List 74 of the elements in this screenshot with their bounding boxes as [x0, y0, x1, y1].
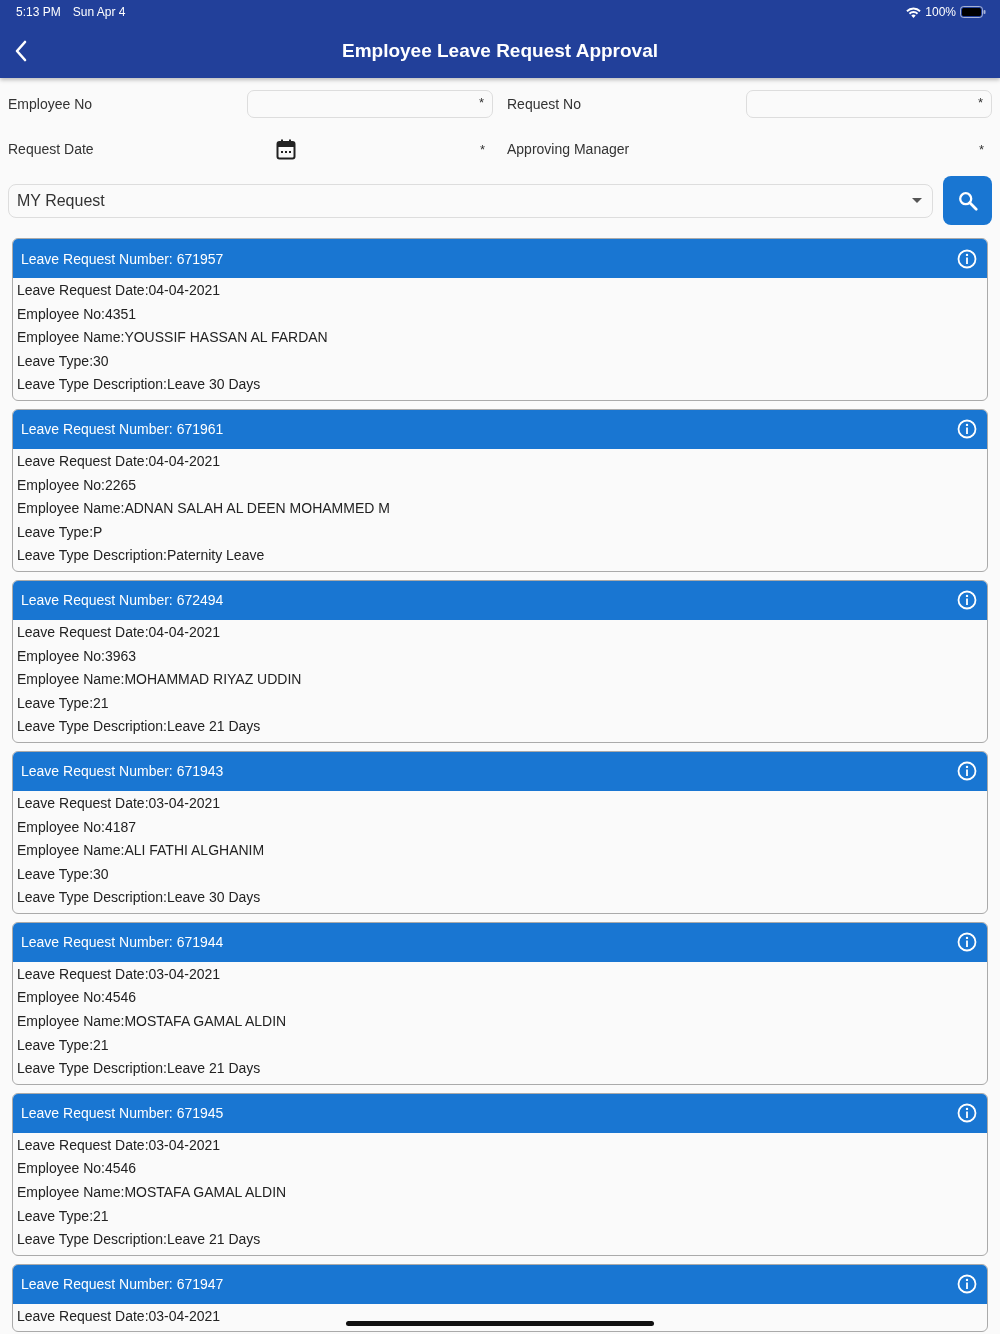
request-dropdown[interactable]: MY Request [8, 183, 933, 218]
required-mark: * [478, 95, 484, 110]
required-mark: * [479, 141, 485, 157]
info-icon [957, 1274, 977, 1295]
request-detail: Employee No:2265 [17, 475, 137, 495]
status-date: Sun Apr 4 [72, 5, 126, 19]
battery-icon [960, 6, 986, 18]
request-detail: Employee No:4187 [17, 817, 137, 837]
info-icon [957, 419, 977, 440]
request-detail: Leave Type Description:Paternity Leave [17, 546, 265, 566]
request-detail: Employee Name:ADNAN SALAH AL DEEN MOHAMMED M [17, 499, 390, 519]
request-detail: Leave Request Date:03-04-2021 [17, 1306, 221, 1326]
request-detail: Employee No:4546 [17, 988, 137, 1008]
request-detail: Employee Name:ALI FATHI ALGHANIM [17, 841, 265, 861]
info-icon [957, 932, 977, 953]
field-label: Employee No [8, 96, 94, 112]
input-field[interactable]: * [247, 90, 493, 118]
field-label: Request No [507, 96, 582, 112]
request-number: Leave Request Number: 671945 [21, 1105, 224, 1122]
back-icon [14, 40, 28, 62]
request-detail: Leave Type:21 [17, 1035, 109, 1055]
info-button[interactable] [957, 419, 977, 440]
request-detail: Employee No:3963 [17, 646, 137, 666]
request-number: Leave Request Number: 671943 [21, 763, 224, 780]
info-button[interactable] [957, 1274, 977, 1295]
request-detail: Leave Type:P [17, 522, 103, 542]
request-number: Leave Request Number: 672494 [21, 592, 224, 609]
required-mark: * [977, 95, 983, 110]
request-detail: Employee Name:YOUSSIF HASSAN AL FARDAN [17, 328, 328, 348]
request-detail: Leave Type:21 [17, 1206, 109, 1226]
wifi-icon [906, 6, 922, 18]
info-button[interactable] [957, 590, 977, 611]
request-detail: Leave Type:21 [17, 693, 109, 713]
status-time: 5:13 PM [16, 5, 61, 19]
battery-percent: 100% [925, 5, 956, 19]
request-detail: Leave Type Description:Leave 21 Days [17, 717, 261, 737]
request-detail: Employee Name:MOSTAFA GAMAL ALDIN [17, 1183, 287, 1203]
request-detail: Leave Type Description:Leave 21 Days [17, 1059, 261, 1079]
info-icon [957, 761, 977, 782]
request-detail: Leave Type Description:Leave 30 Days [17, 375, 261, 395]
info-button[interactable] [957, 248, 977, 269]
request-detail: Employee No:4351 [17, 304, 137, 324]
request-detail: Employee No:4546 [17, 1159, 137, 1179]
info-icon [957, 248, 977, 269]
request-detail: Leave Request Date:04-04-2021 [17, 622, 221, 642]
field-label: Approving Manager [507, 141, 631, 157]
caret-icon [912, 198, 922, 203]
input-field[interactable]: * [746, 90, 992, 118]
request-number: Leave Request Number: 671961 [21, 421, 224, 438]
required-mark: * [978, 141, 984, 157]
request-number: Leave Request Number: 671957 [21, 250, 224, 267]
info-icon [957, 1103, 977, 1124]
request-detail: Leave Request Date:04-04-2021 [17, 451, 221, 471]
info-button[interactable] [957, 1103, 977, 1124]
field-label: Request Date [8, 141, 95, 157]
info-icon [957, 590, 977, 611]
search-button[interactable] [943, 176, 992, 225]
request-detail: Leave Type Description:Leave 30 Days [17, 888, 261, 908]
search-icon [956, 189, 979, 212]
request-detail: Employee Name:MOSTAFA GAMAL ALDIN [17, 1012, 287, 1032]
request-detail: Leave Request Date:03-04-2021 [17, 793, 221, 813]
request-detail: Leave Request Date:03-04-2021 [17, 964, 221, 984]
calendar-icon[interactable] [276, 138, 296, 160]
request-detail: Leave Type Description:Leave 21 Days [17, 1230, 261, 1250]
request-detail: Leave Request Date:04-04-2021 [17, 281, 221, 300]
request-detail: Leave Type:30 [17, 351, 109, 371]
request-detail: Leave Type:30 [17, 864, 109, 884]
request-detail: Leave Request Date:03-04-2021 [17, 1135, 221, 1155]
request-number: Leave Request Number: 671947 [21, 1276, 224, 1293]
info-button[interactable] [957, 761, 977, 782]
request-number: Leave Request Number: 671944 [21, 934, 224, 951]
request-detail: Employee Name:MOHAMMAD RIYAZ UDDIN [17, 670, 302, 690]
page-title: Employee Leave Request Approval [341, 40, 659, 62]
info-button[interactable] [957, 932, 977, 953]
